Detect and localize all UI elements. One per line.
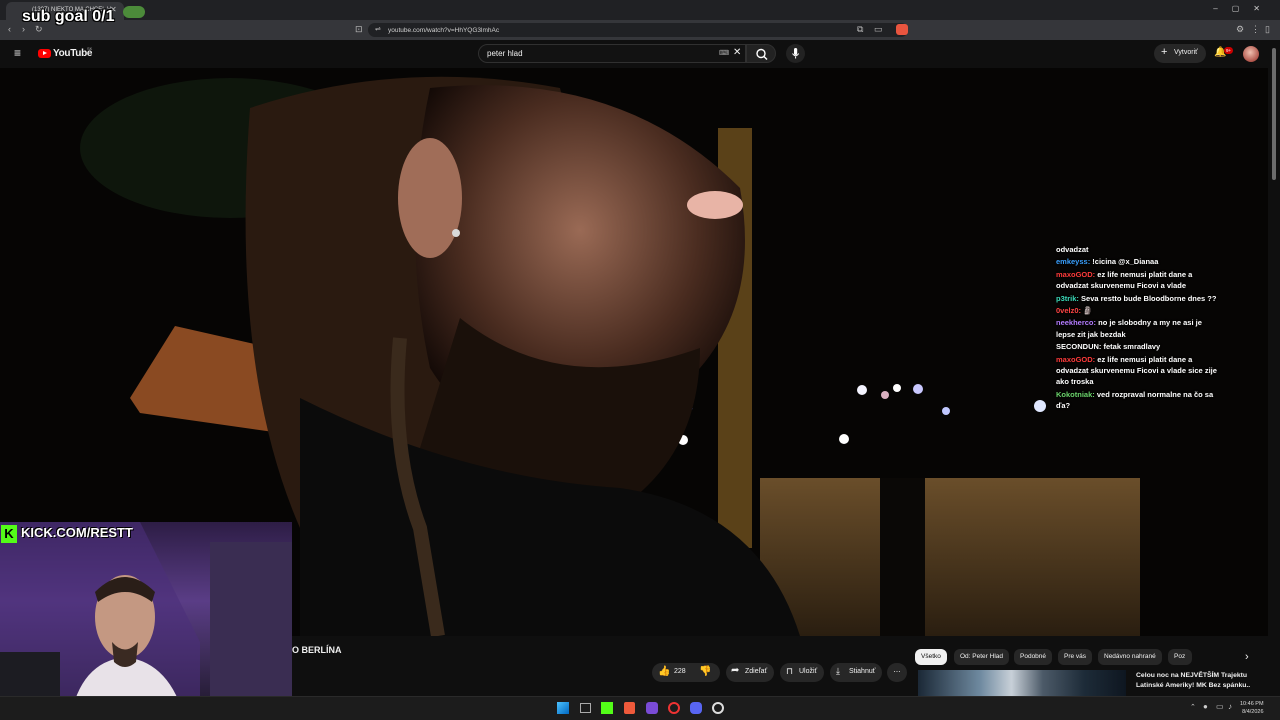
discord-app-icon[interactable] xyxy=(690,702,702,714)
like-count[interactable]: 228 xyxy=(674,668,686,675)
kick-app-icon[interactable] xyxy=(601,702,613,714)
chat-user: neekherco: xyxy=(1056,318,1097,328)
search-value: peter hlad xyxy=(487,49,523,58)
volume-tray-icon[interactable]: ♪ xyxy=(1228,702,1232,711)
chat-message: maxoGOD: ez life nemusi platit dane a od… xyxy=(1056,269,1218,292)
chat-user: p3trik: xyxy=(1056,293,1079,303)
download-label: Stiahnuť xyxy=(849,668,876,675)
chat-message: neekherco: no je slobodny a my ne asi je… xyxy=(1056,317,1218,340)
related-video-title[interactable]: Celou noc na NEJVĚTŠÍM Trajektu Latinské… xyxy=(1136,671,1264,691)
dislike-icon[interactable]: 👎 xyxy=(699,666,711,677)
window-controls[interactable]: –▢✕ xyxy=(1213,4,1274,13)
cast-icon[interactable]: ▭ xyxy=(874,24,883,35)
create-label: Vytvoriť xyxy=(1174,49,1198,56)
translate-icon[interactable]: ⧉ xyxy=(857,24,863,35)
chip-all[interactable]: Všetko xyxy=(915,649,947,665)
brave-browser-icon[interactable] xyxy=(624,702,635,714)
chat-user: Kokotniak: xyxy=(1056,389,1095,399)
chat-text: Seva restto bude Bloodborne dnes ?? xyxy=(1081,293,1217,303)
chat-text: fetak smradlavy xyxy=(1103,342,1161,352)
chat-message: SECONDUN: fetak smradlavy xyxy=(1056,341,1218,352)
chat-user: maxoGOD: xyxy=(1056,269,1096,279)
chat-text: 🗿 xyxy=(1083,306,1093,316)
pepe-emote-icon xyxy=(123,6,145,18)
chat-message: Kokotniak: ved rozpraval normalne na čo … xyxy=(1056,389,1218,412)
steam-app-icon[interactable] xyxy=(712,702,724,714)
share-button[interactable]: ➦ Zdieľať xyxy=(726,663,774,682)
system-clock[interactable]: 10:46 PM 8/4/2026 xyxy=(1240,700,1264,716)
search-input[interactable]: peter hlad xyxy=(478,44,746,63)
profile-icon[interactable]: ▯ xyxy=(1265,24,1270,35)
chip-from-channel[interactable]: Od: Peter Hlad xyxy=(954,649,1009,665)
youtube-logo-icon[interactable] xyxy=(38,49,51,58)
share-icon: ➦ xyxy=(731,665,740,676)
mic-icon xyxy=(792,48,800,59)
like-icon[interactable]: 👍 xyxy=(658,666,670,677)
chat-user: emkeyss: xyxy=(1056,257,1091,267)
video-title: O BERLÍNA xyxy=(292,645,342,655)
voice-search-button[interactable] xyxy=(786,44,805,63)
chat-user: maxoGOD: xyxy=(1056,354,1096,364)
notification-badge: 9+ xyxy=(1224,47,1234,54)
chat-message: odvadzat xyxy=(1056,244,1218,255)
chip-recently-uploaded[interactable]: Nedávno nahrané xyxy=(1098,649,1162,665)
menu-icon[interactable]: ⋮ xyxy=(1251,24,1260,35)
chat-user: 0velz0: xyxy=(1056,306,1082,316)
chip-partial[interactable]: Poz xyxy=(1168,649,1192,665)
save-icon: ⊓ xyxy=(786,666,794,676)
chat-user: SECONDUN: xyxy=(1056,342,1102,352)
chat-message: p3trik: Seva restto bude Bloodborne dnes… xyxy=(1056,293,1218,304)
plus-icon: + xyxy=(1161,46,1168,58)
site-info-icon[interactable]: ⇌ xyxy=(375,25,381,33)
chip-for-you[interactable]: Pre vás xyxy=(1058,649,1093,665)
region-code: SK xyxy=(87,46,93,51)
network-tray-icon[interactable]: ▭ xyxy=(1216,702,1224,711)
back-icon[interactable]: ‹ xyxy=(8,24,11,34)
kick-channel-label: KICK.COM/RESTT xyxy=(21,525,133,540)
more-icon: ⋯ xyxy=(893,669,901,676)
chip-related[interactable]: Podobné xyxy=(1014,649,1053,665)
search-icon xyxy=(756,48,768,60)
sub-goal-overlay: sub goal 0/1 xyxy=(22,8,115,25)
create-button[interactable]: + Vytvoriť xyxy=(1154,44,1206,63)
clear-search-icon[interactable]: ✕ xyxy=(733,47,741,58)
tray-chevron-icon[interactable]: ⌃ xyxy=(1190,703,1196,711)
webcam-overlay xyxy=(0,522,292,720)
keyboard-icon[interactable]: ⌨ xyxy=(719,49,729,57)
windows-taskbar xyxy=(0,696,1280,720)
browser-tabbar xyxy=(0,0,1280,20)
chevron-right-icon[interactable]: › xyxy=(1245,651,1249,663)
save-button[interactable]: ⊓ Uložiť xyxy=(780,663,824,682)
chat-text: odvadzat xyxy=(1056,245,1089,254)
clock-time: 10:46 PM xyxy=(1240,701,1264,707)
twitch-app-icon[interactable] xyxy=(646,702,658,714)
download-icon: ⤓ xyxy=(836,666,840,676)
task-view-icon[interactable] xyxy=(580,703,591,713)
chat-message: emkeyss: !cicina @x_Dianaa xyxy=(1056,256,1218,267)
share-label: Zdieľať xyxy=(745,668,768,675)
windows-start-icon[interactable] xyxy=(557,702,569,714)
more-actions-button[interactable]: ⋯ xyxy=(887,663,907,682)
address-bar[interactable]: youtube.com/watch?v=HhYQG3lmhAc xyxy=(368,23,908,37)
extensions-icon[interactable]: ⚙ xyxy=(1236,24,1244,35)
related-video-thumbnail[interactable] xyxy=(918,670,1126,696)
bookmark-icon[interactable]: ⊡ xyxy=(355,24,363,35)
download-button[interactable]: ⤓ Stiahnuť xyxy=(830,663,882,682)
avatar[interactable] xyxy=(1243,46,1259,62)
chat-message: maxoGOD: ez life nemusi platit dane a od… xyxy=(1056,354,1218,388)
hamburger-menu-icon[interactable]: ≡ xyxy=(14,46,21,60)
clock-date: 8/4/2026 xyxy=(1242,709,1264,715)
chat-message: 0velz0: 🗿 xyxy=(1056,305,1218,316)
url-text: youtube.com/watch?v=HhYQG3lmhAc xyxy=(388,27,500,34)
scrollbar-thumb[interactable] xyxy=(1272,48,1276,180)
stream-chat-overlay: odvadzat emkeyss: !cicina @x_Dianaa maxo… xyxy=(1056,244,1218,413)
save-label: Uložiť xyxy=(799,668,818,675)
obs-app-icon[interactable] xyxy=(668,702,680,714)
chat-text: !cicina @x_Dianaa xyxy=(1092,257,1159,267)
brave-shield-icon[interactable] xyxy=(896,24,908,35)
streamer-webcam xyxy=(0,522,292,720)
mic-tray-icon[interactable]: ● xyxy=(1203,702,1208,711)
like-dislike-group: 👍 228 👎 xyxy=(652,663,720,682)
search-button[interactable] xyxy=(746,44,776,63)
